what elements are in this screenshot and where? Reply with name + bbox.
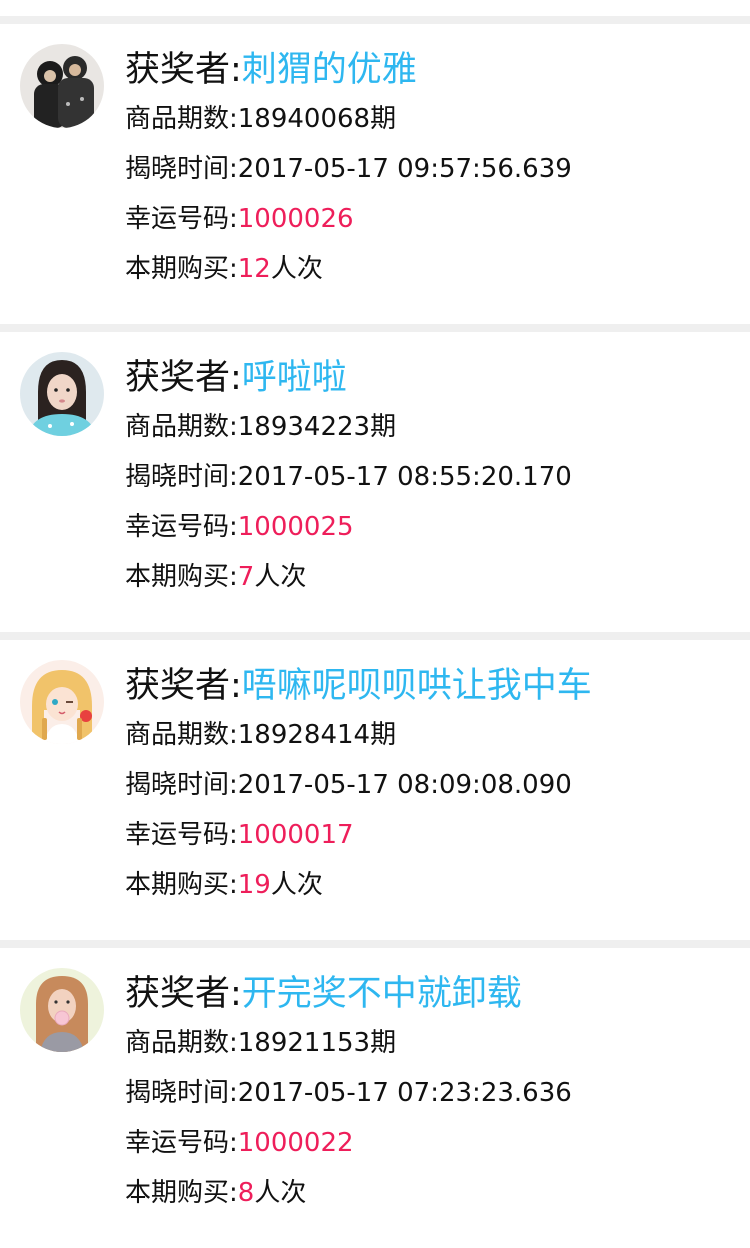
user-avatar[interactable] [20,660,104,744]
lucky-number-value: 1000025 [237,512,354,542]
issue-row: 商品期数:18940068期 [125,101,396,137]
purchase-row: 本期购买:7人次 [125,559,306,595]
lucky-number-label: 幸运号码: [125,1128,238,1158]
lucky-number-label: 幸运号码: [125,820,238,850]
reveal-time-row: 揭晓时间:2017-05-17 08:55:20.170 [125,459,572,495]
purchase-unit: 人次 [270,254,323,284]
reveal-time-value: 2017-05-17 08:55:20.170 [237,462,572,492]
reveal-time-label: 揭晓时间: [125,462,238,492]
reveal-time-label: 揭晓时间: [125,154,238,184]
winner-label: 获奖者: [125,358,242,398]
winner-record-card[interactable]: 获奖者:开完奖不中就卸载 商品期数:18921153期 揭晓时间:2017-05… [0,948,750,1248]
reveal-time-value: 2017-05-17 08:09:08.090 [237,770,572,800]
issue-value: 18928414期 [237,720,397,750]
reveal-time-value: 2017-05-17 07:23:23.636 [237,1078,572,1108]
winner-line: 获奖者:唔嘛呢呗呗哄让我中车 [125,664,592,708]
lucky-number-row: 幸运号码:1000025 [125,509,354,545]
purchase-count: 7 [237,562,255,592]
lucky-number-label: 幸运号码: [125,204,238,234]
avatar-couple-icon [20,44,104,128]
issue-label: 商品期数: [125,104,238,134]
purchase-count: 8 [237,1178,255,1208]
purchase-count: 19 [237,870,271,900]
lucky-number-value: 1000022 [237,1128,354,1158]
winner-line: 获奖者:呼啦啦 [125,356,347,400]
user-avatar[interactable] [20,352,104,436]
reveal-time-label: 揭晓时间: [125,1078,238,1108]
lucky-number-row: 幸运号码:1000017 [125,817,354,853]
issue-value: 18921153期 [237,1028,397,1058]
winner-line: 获奖者:刺猬的优雅 [125,48,417,92]
purchase-label: 本期购买: [125,1178,238,1208]
lucky-number-row: 幸运号码:1000022 [125,1125,354,1161]
reveal-time-value: 2017-05-17 09:57:56.639 [237,154,572,184]
winner-record-card[interactable]: 获奖者:呼啦啦 商品期数:18934223期 揭晓时间:2017-05-17 0… [0,332,750,632]
issue-label: 商品期数: [125,412,238,442]
section-divider [0,324,750,332]
issue-value: 18934223期 [237,412,397,442]
lucky-number-row: 幸运号码:1000026 [125,201,354,237]
purchase-unit: 人次 [254,1178,307,1208]
reveal-time-row: 揭晓时间:2017-05-17 07:23:23.636 [125,1075,572,1111]
issue-value: 18940068期 [237,104,397,134]
winner-label: 获奖者: [125,666,242,706]
purchase-label: 本期购买: [125,870,238,900]
section-divider [0,632,750,640]
winner-line: 获奖者:开完奖不中就卸载 [125,972,522,1016]
section-divider [0,940,750,948]
lucky-number-value: 1000017 [237,820,354,850]
purchase-label: 本期购买: [125,254,238,284]
purchase-row: 本期购买:12人次 [125,251,323,287]
winner-name-link[interactable]: 唔嘛呢呗呗哄让我中车 [242,666,592,706]
purchase-row: 本期购买:8人次 [125,1175,306,1211]
avatar-bubblegum-girl-icon [20,968,104,1052]
issue-row: 商品期数:18921153期 [125,1025,396,1061]
winner-name-link[interactable]: 刺猬的优雅 [242,50,417,90]
issue-label: 商品期数: [125,1028,238,1058]
purchase-row: 本期购买:19人次 [125,867,323,903]
issue-row: 商品期数:18934223期 [125,409,396,445]
lucky-number-value: 1000026 [237,204,354,234]
avatar-girl-icon [20,352,104,436]
purchase-label: 本期购买: [125,562,238,592]
lucky-number-label: 幸运号码: [125,512,238,542]
winner-record-card[interactable]: 获奖者:唔嘛呢呗呗哄让我中车 商品期数:18928414期 揭晓时间:2017-… [0,640,750,940]
issue-row: 商品期数:18928414期 [125,717,396,753]
avatar-anime-girl-icon [20,660,104,744]
winner-label: 获奖者: [125,50,242,90]
winner-name-link[interactable]: 呼啦啦 [242,358,347,398]
winner-label: 获奖者: [125,974,242,1014]
reveal-time-row: 揭晓时间:2017-05-17 09:57:56.639 [125,151,572,187]
reveal-time-row: 揭晓时间:2017-05-17 08:09:08.090 [125,767,572,803]
reveal-time-label: 揭晓时间: [125,770,238,800]
section-divider [0,16,750,24]
winner-name-link[interactable]: 开完奖不中就卸载 [242,974,522,1014]
purchase-unit: 人次 [270,870,323,900]
winner-record-card[interactable]: 获奖者:刺猬的优雅 商品期数:18940068期 揭晓时间:2017-05-17… [0,24,750,324]
issue-label: 商品期数: [125,720,238,750]
user-avatar[interactable] [20,44,104,128]
purchase-count: 12 [237,254,271,284]
purchase-unit: 人次 [254,562,307,592]
user-avatar[interactable] [20,968,104,1052]
